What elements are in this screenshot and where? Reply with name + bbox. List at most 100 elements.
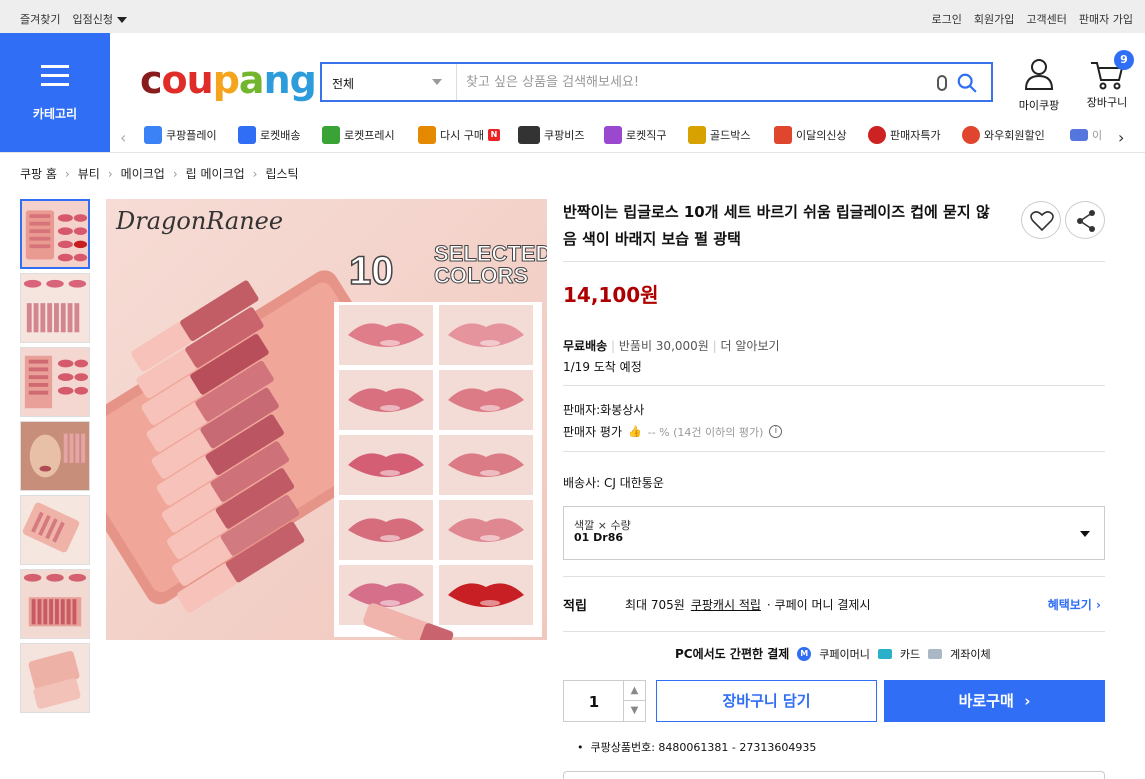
chevron-right-icon[interactable]: › [1118, 128, 1124, 147]
seller-rating-value: -- % (14건 이하의 평가) [647, 425, 764, 439]
chevron-down-icon [432, 79, 442, 85]
chevron-left-icon[interactable]: ‹ [120, 128, 126, 147]
nav-item-rocket-fresh[interactable]: 로켓프레시 [322, 124, 395, 146]
info-icon[interactable]: i [769, 425, 783, 438]
breadcrumb-item[interactable]: 쿠팡 홈 [20, 165, 57, 182]
seller-join-link[interactable]: 판매자 가입 [1079, 11, 1133, 27]
vendor-apply-label: 입점신청 [72, 13, 113, 26]
category-button[interactable]: 카테고리 [0, 33, 110, 152]
headline-number: 10 [348, 248, 394, 294]
search-input[interactable] [466, 70, 916, 94]
wishlist-button[interactable] [1021, 201, 1061, 239]
breadcrumb-item[interactable]: 뷰티 [78, 165, 100, 182]
vendor-apply-link[interactable]: 입점신청 [72, 11, 127, 27]
new-icon [774, 126, 792, 144]
login-link[interactable]: 로그인 [932, 11, 962, 27]
add-to-cart-button[interactable]: 장바구니 담기 [656, 680, 877, 722]
nav-item-label: 이 [1092, 129, 1103, 142]
breadcrumb-item[interactable]: 립 메이크업 [186, 165, 245, 182]
divider [563, 631, 1105, 632]
return-fee: 반품비 30,000원 [618, 339, 709, 353]
quantity-up-button[interactable]: ▲ [623, 681, 645, 701]
buy-now-button[interactable]: 바로구매 › [884, 680, 1105, 722]
logo-letter: c [140, 58, 163, 102]
search-bar: 전체 [320, 62, 993, 102]
reward-cash-link[interactable]: 쿠팡캐시 적립 [691, 596, 761, 613]
search-category-value: 전체 [332, 77, 355, 91]
thumbnail[interactable] [20, 199, 90, 269]
nav-item-new[interactable]: 이달의신상 [774, 124, 847, 146]
new-badge-icon: N [487, 129, 500, 141]
nav-item-coupang-play[interactable]: 쿠팡플레이 [144, 124, 217, 146]
product-main-image[interactable]: DragonRanee 10 SELECTED COLORS [106, 199, 547, 640]
thumbnail[interactable] [20, 347, 90, 417]
chevron-down-icon [1080, 531, 1090, 537]
seller-deal-icon [868, 126, 886, 144]
coupon-icon [1070, 129, 1088, 141]
option-select[interactable]: 색깔 × 수량 01 Dr86 [563, 506, 1105, 560]
product-title: 반짝이는 립글로스 10개 세트 바르기 쉬움 립글레이즈 컵에 묻지 않음 색… [563, 203, 990, 248]
nav-item-goldbox[interactable]: 골드박스 [688, 124, 750, 146]
nav-item-label: 다시 구매 [440, 129, 484, 142]
seller-name[interactable]: 판매자:화봉상사 [563, 401, 644, 418]
carrier: 배송사: CJ 대한통운 [563, 476, 664, 490]
rebuy-icon [418, 126, 436, 144]
breadcrumb-item[interactable]: 립스틱 [265, 165, 298, 182]
quantity-down-button[interactable]: ▼ [623, 701, 645, 721]
nav-item-label: 쿠팡플레이 [166, 129, 217, 142]
biz-icon [518, 126, 540, 144]
customer-center-link[interactable]: 고객센터 [1026, 11, 1066, 27]
breadcrumb-item[interactable]: 메이크업 [121, 165, 165, 182]
cart-button[interactable]: 9 장바구니 [1086, 50, 1134, 110]
reward-max: 최대 705원 [625, 598, 685, 612]
mycoupang-button[interactable]: 마이쿠팡 [1018, 58, 1060, 113]
mycoupang-label: 마이쿠팡 [1018, 99, 1060, 112]
microphone-icon[interactable] [937, 75, 947, 91]
nav-item-label: 골드박스 [710, 129, 751, 142]
quantity-value[interactable]: 1 [564, 693, 624, 711]
chevron-right-icon: › [1024, 692, 1031, 710]
signup-link[interactable]: 회원가입 [974, 11, 1014, 27]
divider [563, 451, 1105, 452]
nav-item-biz[interactable]: 쿠팡비즈 [518, 124, 584, 146]
nav-item-label: 이달의신상 [796, 129, 847, 142]
logo-letter: p [212, 58, 240, 102]
free-shipping-label: 무료배송 [563, 339, 608, 353]
brand-logo: DragonRanee [116, 207, 284, 235]
chevron-right-icon: › [64, 166, 70, 181]
search-icon[interactable] [956, 72, 978, 94]
logo-letter: a [238, 58, 265, 102]
thumbs-up-icon: 👍 [628, 425, 642, 438]
shipping-row: 무료배송 | 반품비 30,000원 | 더 알아보기 [563, 339, 780, 353]
buy-now-label: 바로구매 [958, 692, 1014, 710]
pay-card: 카드 [899, 647, 921, 661]
coupang-logo[interactable]: coupang [140, 58, 317, 102]
coupang-play-icon [144, 126, 162, 144]
category-nav: ‹ 쿠팡플레이 로켓배송 로켓프레시 다시 구매 N 쿠팡비즈 로켓직구 골드박스… [118, 124, 1138, 150]
chevron-right-icon: › [252, 166, 258, 181]
nav-item-coupon[interactable]: 이 [1070, 124, 1102, 146]
thumbnail[interactable] [20, 273, 90, 343]
nav-item-seller-deal[interactable]: 판매자특가 [868, 124, 941, 146]
search-category-select[interactable]: 전체 [322, 64, 457, 100]
product-price: 14,100원 [563, 283, 659, 307]
pay-easy-label: PC에서도 간편한 결제 [675, 647, 790, 661]
thumbnail[interactable] [20, 569, 90, 639]
share-button[interactable] [1065, 201, 1105, 239]
coupay-icon: M [797, 646, 812, 661]
learn-more-link[interactable]: 더 알아보기 [721, 339, 780, 353]
thumbnail[interactable] [20, 495, 90, 565]
divider [563, 385, 1105, 386]
favorites-link[interactable]: 즐겨찾기 [20, 11, 60, 27]
chevron-right-icon: › [172, 166, 178, 181]
product-number-text: 쿠팡상품번호: 8480061381 - 27313604935 [590, 741, 817, 754]
nav-item-rocket-direct[interactable]: 로켓직구 [604, 124, 666, 146]
option-value: 01 Dr86 [574, 531, 624, 544]
nav-item-rocket-delivery[interactable]: 로켓배송 [238, 124, 300, 146]
nav-item-rebuy[interactable]: 다시 구매 N [418, 124, 500, 146]
pay-money: 쿠페이머니 [819, 647, 870, 661]
thumbnail[interactable] [20, 421, 90, 491]
nav-item-wow[interactable]: 와우회원할인 [962, 124, 1045, 146]
benefit-link[interactable]: 혜택보기 › [1048, 596, 1101, 613]
thumbnail[interactable] [20, 643, 90, 713]
